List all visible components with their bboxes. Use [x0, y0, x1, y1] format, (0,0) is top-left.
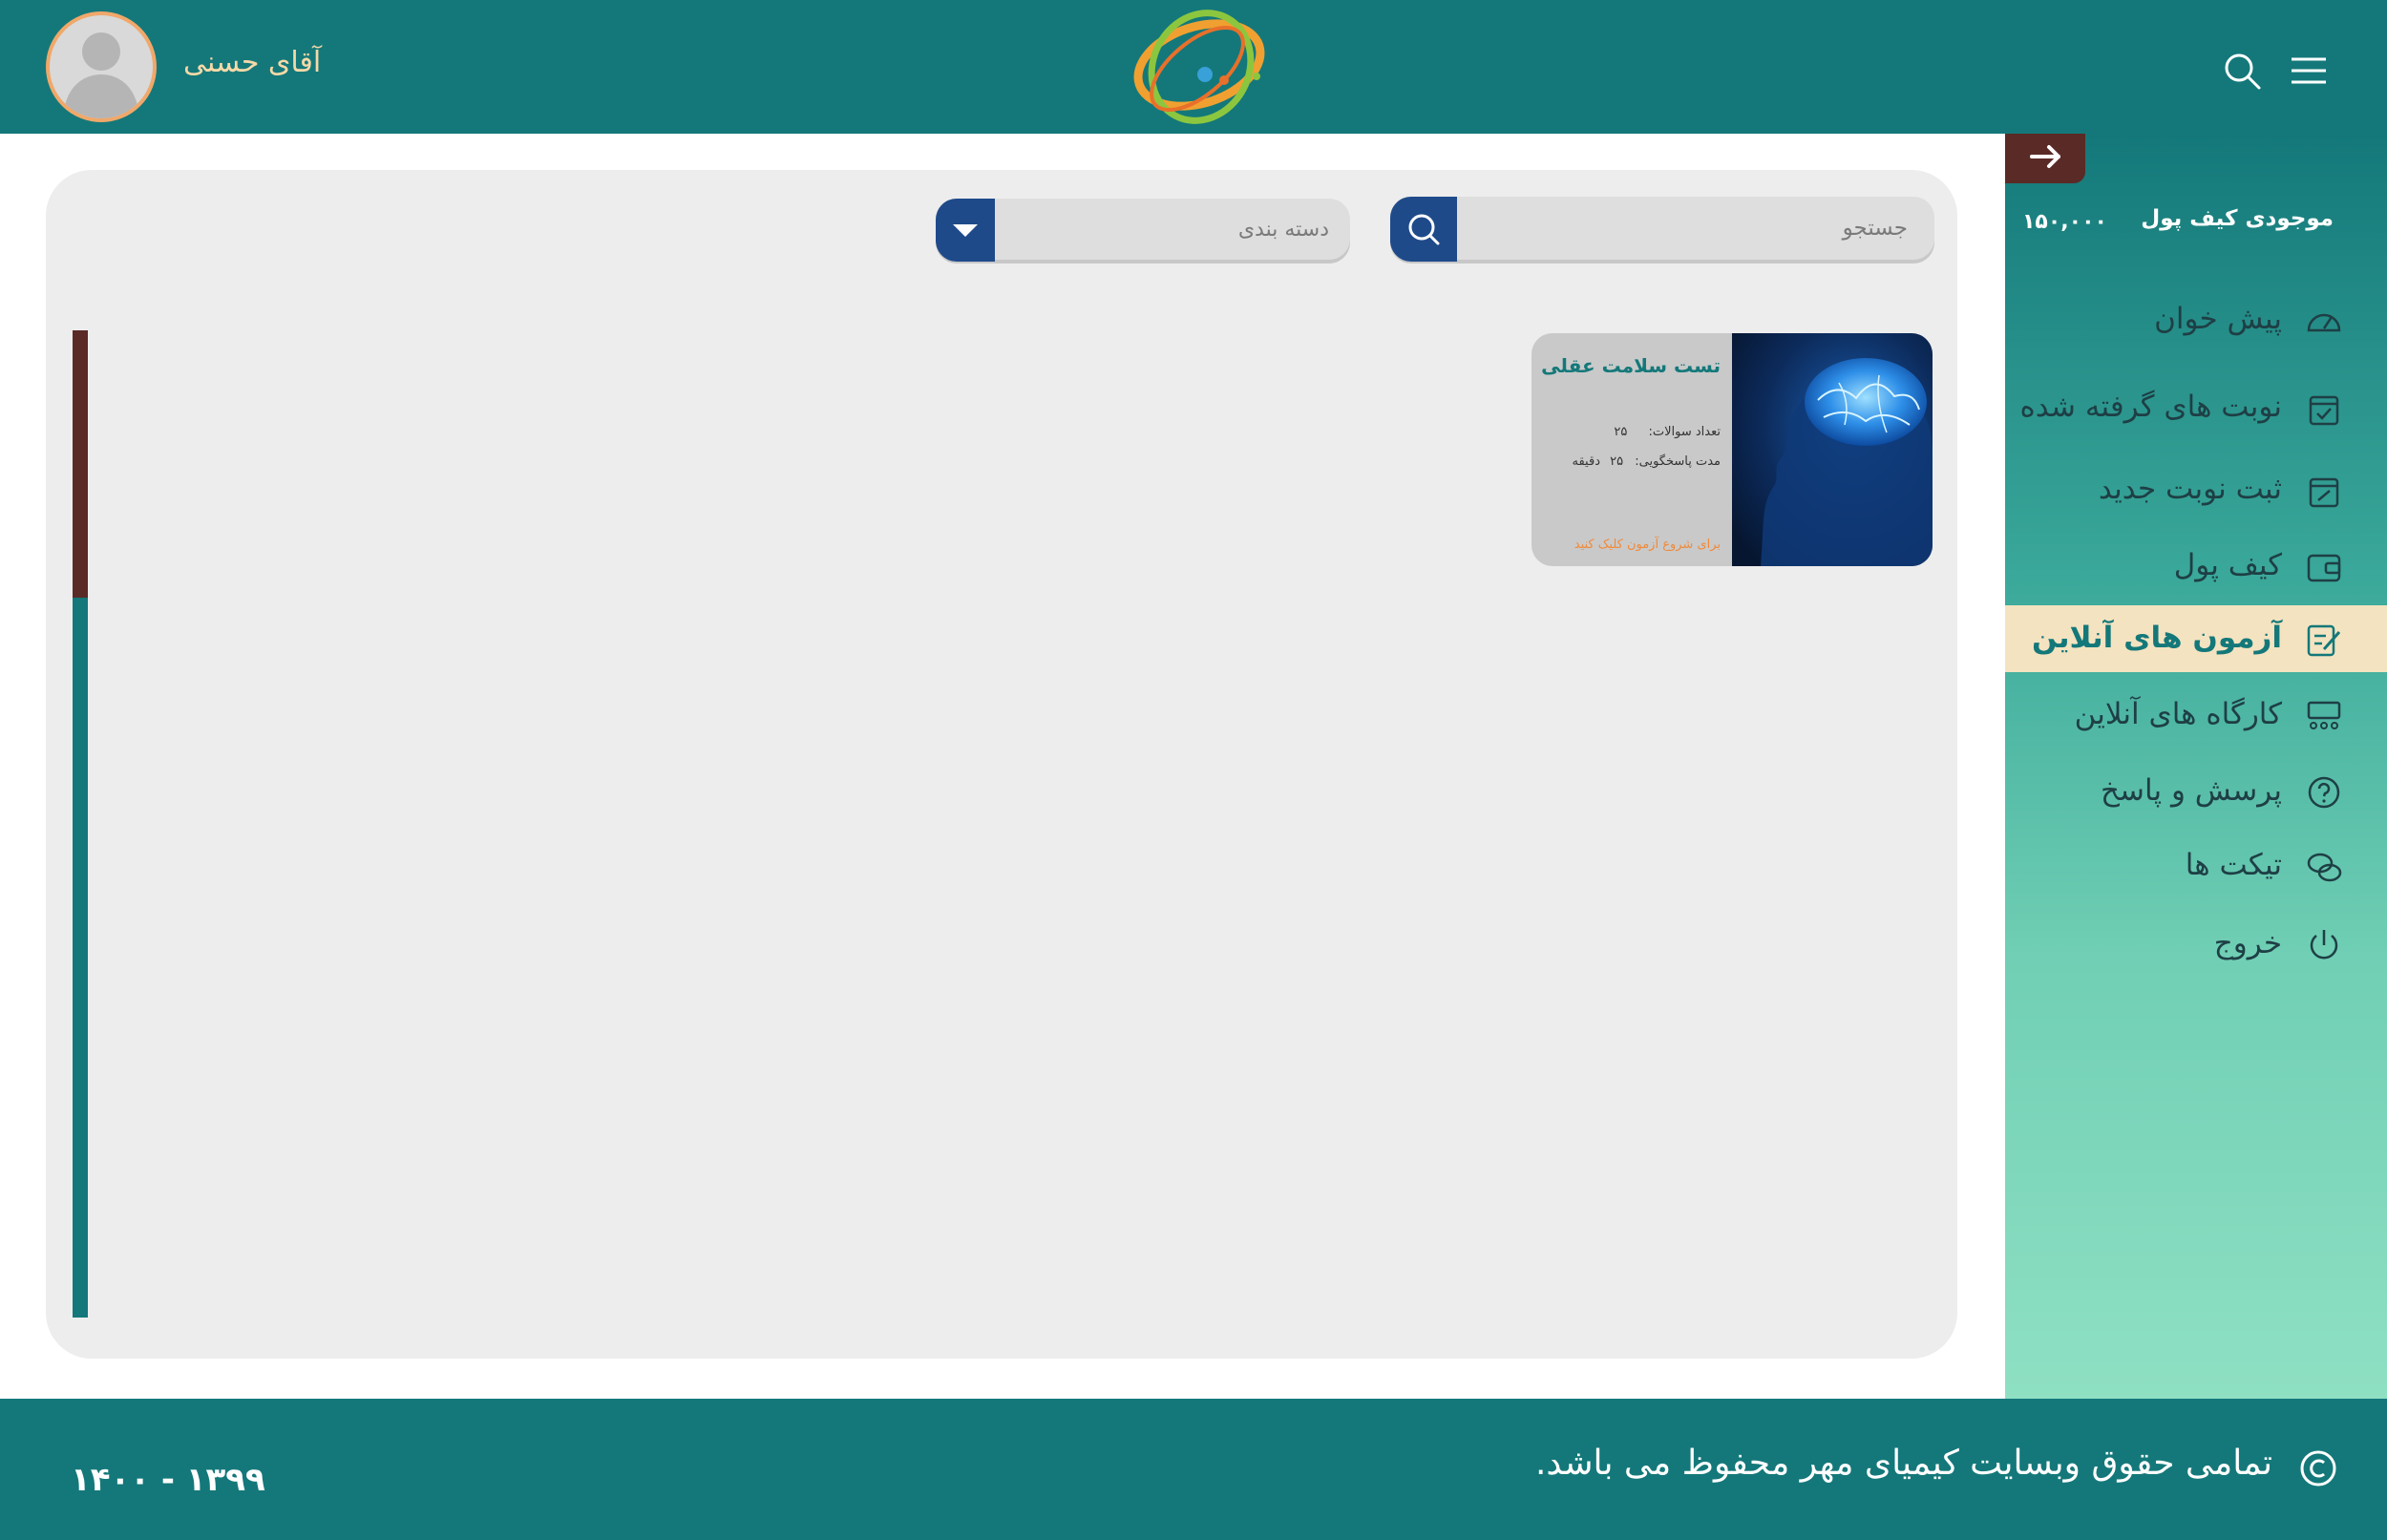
- copyright-icon: [2300, 1450, 2336, 1487]
- user-silhouette-icon: [63, 32, 139, 118]
- calendar-edit-icon: [2309, 477, 2339, 508]
- scrollbar-track[interactable]: [73, 598, 88, 1318]
- scrollbar-thumb[interactable]: [73, 330, 88, 598]
- sidebar-item-logout[interactable]: خروج: [2005, 911, 2387, 978]
- site-logo[interactable]: [1123, 6, 1276, 130]
- wallet-balance-label: موجودی کیف پول: [2141, 206, 2334, 231]
- category-placeholder: دسته بندی: [1237, 218, 1329, 242]
- sidebar-item-online-exams[interactable]: آزمون های آنلاین: [2005, 605, 2387, 672]
- user-name: آقای حسنی: [183, 46, 322, 79]
- question-icon: [2308, 776, 2340, 809]
- user-avatar[interactable]: [46, 11, 157, 122]
- sidebar-item-dashboard[interactable]: پیش خوان: [2005, 286, 2387, 353]
- wallet-balance-value: ۱۵۰,۰۰۰: [2022, 210, 2107, 234]
- exam-duration-unit: دقیقه: [1572, 454, 1600, 469]
- exam-questions-value: ۲۵: [1614, 425, 1628, 439]
- sidebar-item-wallet[interactable]: کیف پول: [2005, 533, 2387, 600]
- exam-title: تست سلامت عقلی: [1541, 354, 1721, 377]
- dashboard-icon: [2307, 313, 2341, 332]
- search-button[interactable]: [1390, 197, 1457, 262]
- exam-questions-label: تعداد سوالات:: [1648, 425, 1722, 439]
- exam-duration-row: مدت پاسخگویی: ۲۵ دقیقه: [1573, 454, 1721, 469]
- sidebar-item-label: پرسش و پاسخ: [2101, 773, 2282, 808]
- sidebar-item-label: پیش خوان: [2154, 302, 2282, 336]
- calendar-check-icon: [2309, 395, 2339, 426]
- workshop-icon: [2307, 701, 2341, 729]
- power-icon: [2310, 930, 2338, 960]
- arrow-right-icon: [2030, 145, 2060, 168]
- sidebar-item-new-appointment[interactable]: ثبت نوبت جدید: [2005, 456, 2387, 523]
- wallet-icon: [2307, 554, 2341, 582]
- exam-start-link[interactable]: برای شروع آزمون کلیک کنید: [1574, 538, 1721, 552]
- brain-image: [1732, 333, 1933, 566]
- sidebar-item-label: کارگاه های آنلاین: [2074, 697, 2282, 731]
- exam-card[interactable]: تست سلامت عقلی تعداد سوالات: ۲۵ مدت پاسخ…: [1531, 333, 1933, 566]
- chevron-down-icon: [953, 224, 978, 237]
- sidebar-item-taken-appointments[interactable]: نوبت های گرفته شده: [2005, 374, 2387, 441]
- sidebar-item-online-workshops[interactable]: کارگاه های آنلاین: [2005, 682, 2387, 749]
- copyright-text: تمامی حقوق وبسایت کیمیای مهر محفوظ می با…: [1534, 1444, 2272, 1483]
- exam-duration-value: ۲۵: [1610, 454, 1624, 469]
- sidebar-collapse-button[interactable]: [2005, 134, 2085, 183]
- exam-questions-row: تعداد سوالات: ۲۵: [1614, 425, 1721, 439]
- search-placeholder: جستجو: [1842, 216, 1908, 241]
- scrollbar[interactable]: [73, 330, 88, 1318]
- sidebar-item-label: خروج: [2213, 926, 2282, 960]
- hamburger-menu-icon[interactable]: [2288, 50, 2330, 92]
- sidebar-item-label: تیکت ها: [2185, 848, 2282, 882]
- search-icon[interactable]: [2221, 50, 2263, 92]
- sidebar-item-label: آزمون های آنلاین: [2031, 621, 2282, 655]
- exam-icon: [2307, 624, 2341, 657]
- exam-duration-label: مدت پاسخگویی:: [1635, 454, 1721, 469]
- search-icon: [1408, 214, 1440, 245]
- category-dropdown-button[interactable]: [936, 199, 995, 262]
- sidebar-item-label: ثبت نوبت جدید: [2098, 472, 2282, 506]
- sidebar-item-label: نوبت های گرفته شده: [2019, 390, 2282, 424]
- chat-icon: [2307, 853, 2342, 882]
- copyright-years: ۱۴۰۰ - ۱۳۹۹: [71, 1461, 265, 1499]
- sidebar-item-label: کیف پول: [2173, 548, 2282, 582]
- sidebar-item-faq[interactable]: پرسش و پاسخ: [2005, 758, 2387, 825]
- sidebar-item-tickets[interactable]: تیکت ها: [2005, 833, 2387, 899]
